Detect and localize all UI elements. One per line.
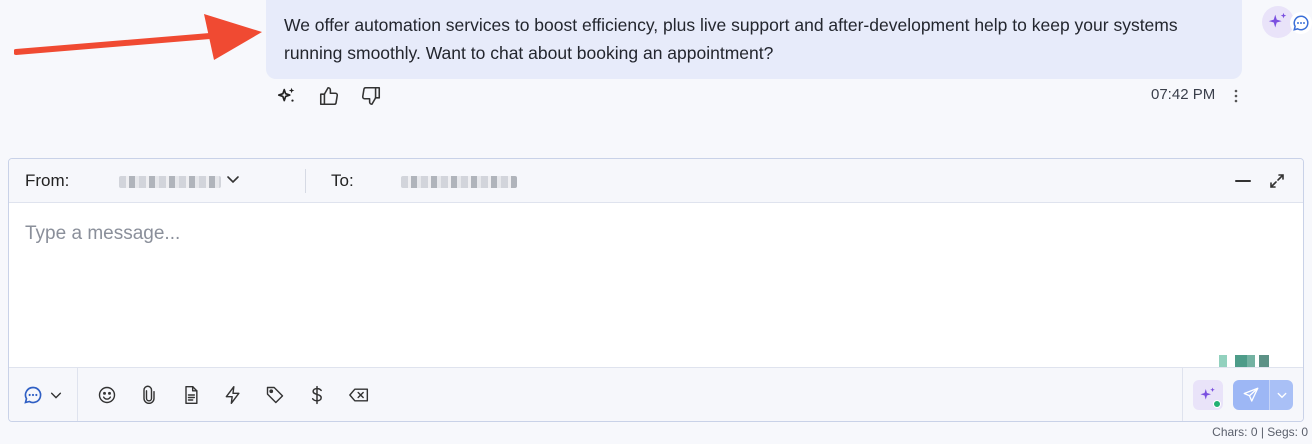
assistant-message-bubble: We offer automation services to boost ef… xyxy=(266,0,1242,79)
minimize-button[interactable] xyxy=(1233,171,1253,191)
send-button[interactable] xyxy=(1233,379,1269,410)
ai-assist-button[interactable] xyxy=(1193,379,1223,410)
message-actions xyxy=(274,83,384,109)
clear-button[interactable] xyxy=(338,377,380,413)
to-label: To: xyxy=(331,171,354,190)
ai-sparkle-button[interactable] xyxy=(274,83,300,109)
thumbs-up-icon xyxy=(319,86,339,106)
tag-button[interactable] xyxy=(254,377,296,413)
character-counter: Chars: 0 | Segs: 0 xyxy=(1212,425,1308,439)
toolbar-tools xyxy=(78,368,380,421)
clear-icon xyxy=(349,387,369,402)
expand-icon xyxy=(1270,174,1284,188)
dollar-icon xyxy=(311,385,322,404)
message-more-button[interactable] xyxy=(1228,86,1244,106)
to-address-redacted xyxy=(401,176,517,188)
message-composer: From: To: xyxy=(8,158,1304,422)
composer-header: From: To: xyxy=(9,159,1303,203)
send-button-group xyxy=(1233,379,1293,410)
document-icon xyxy=(185,385,198,404)
payment-button[interactable] xyxy=(296,377,338,413)
minimize-icon xyxy=(1235,180,1251,182)
chat-bubble-icon xyxy=(24,386,42,404)
trigger-button[interactable] xyxy=(212,377,254,413)
expand-button[interactable] xyxy=(1267,171,1287,191)
send-icon xyxy=(1243,387,1259,402)
message-timestamp: 07:42 PM xyxy=(1151,86,1216,103)
message-input[interactable] xyxy=(9,203,1303,367)
chevron-down-icon xyxy=(50,392,62,399)
chevron-down-icon xyxy=(1277,392,1286,398)
chevron-down-icon xyxy=(227,176,239,184)
thumbs-down-button[interactable] xyxy=(358,83,384,109)
thumbs-up-button[interactable] xyxy=(316,83,342,109)
emoji-button[interactable] xyxy=(86,377,128,413)
composer-toolbar xyxy=(9,367,1303,421)
sparkle-icon xyxy=(1268,12,1287,28)
paperclip-icon xyxy=(143,385,155,404)
thumbs-down-icon xyxy=(361,86,381,106)
emoji-icon xyxy=(98,386,116,403)
from-chevron-button[interactable] xyxy=(225,171,241,192)
lightning-icon xyxy=(225,385,240,404)
from-address-redacted[interactable] xyxy=(119,176,221,188)
composer-body xyxy=(9,203,1303,395)
attach-button[interactable] xyxy=(128,377,170,413)
chat-channel-badge xyxy=(1290,12,1312,34)
red-arrow-icon xyxy=(14,14,262,60)
ai-status-dot xyxy=(1213,399,1221,408)
chat-bubble-icon xyxy=(1293,15,1309,31)
header-divider xyxy=(305,169,306,193)
send-options-button[interactable] xyxy=(1269,379,1293,410)
send-area xyxy=(1182,368,1303,421)
template-button[interactable] xyxy=(170,377,212,413)
sparkle-icon xyxy=(277,87,295,102)
from-label: From: xyxy=(25,171,70,190)
channel-selector[interactable] xyxy=(9,368,77,421)
message-text: We offer automation services to boost ef… xyxy=(284,15,1178,63)
tag-icon xyxy=(266,386,284,403)
kebab-icon xyxy=(1234,89,1238,103)
